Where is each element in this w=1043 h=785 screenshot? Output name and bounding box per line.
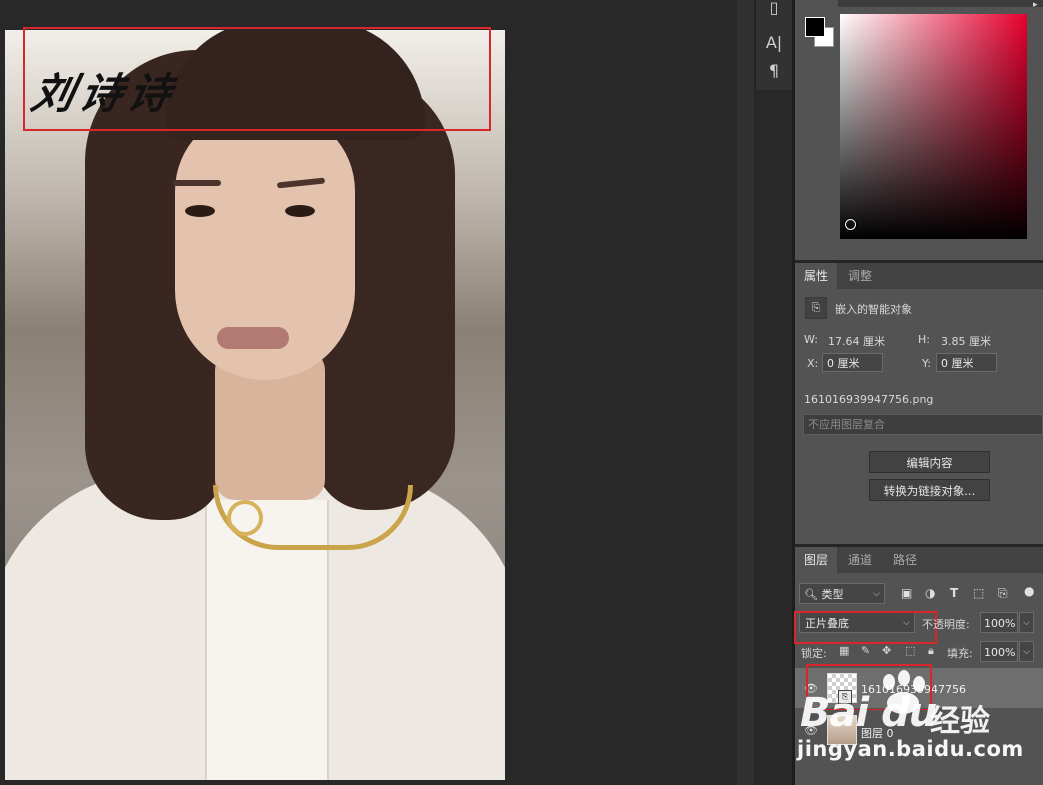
opacity-label: 不透明度: — [922, 618, 970, 631]
document-image[interactable]: 刘诗诗 — [5, 30, 505, 780]
smart-object-filter-icon[interactable]: ⎘ — [998, 586, 1008, 601]
opacity-field[interactable]: 100% — [980, 612, 1018, 633]
tab-layers[interactable]: 图层 — [795, 547, 838, 573]
lock-image-icon[interactable]: ✎ — [861, 644, 870, 657]
width-value[interactable]: 17.64 厘米 — [828, 333, 885, 349]
edit-contents-button[interactable]: 编辑内容 — [869, 451, 990, 473]
shape-layer-filter-icon[interactable]: ⬚ — [973, 586, 984, 600]
height-value[interactable]: 3.85 厘米 — [941, 333, 991, 349]
type-layer-filter-icon[interactable]: T — [950, 586, 958, 600]
color-picker-field[interactable] — [840, 14, 1027, 239]
panel-icon-strip: ▯ A| ¶ — [755, 0, 793, 90]
fill-field[interactable]: 100% — [980, 641, 1018, 662]
color-panel-header — [838, 0, 1043, 7]
tab-channels[interactable]: 通道 — [839, 547, 881, 573]
layers-tab-bar: 图层 通道 路径 — [795, 547, 1043, 573]
height-label: H: — [918, 333, 930, 346]
layer-filter-value: 类型 — [821, 588, 844, 601]
fill-label: 填充: — [947, 647, 973, 660]
panel-gutter — [737, 0, 754, 785]
color-picker-cursor[interactable] — [845, 219, 856, 230]
foreground-color-swatch[interactable] — [805, 17, 825, 37]
smart-object-type: 嵌入的智能对象 — [835, 303, 912, 316]
lock-position-icon[interactable]: ✥ — [882, 644, 891, 657]
photo-brow — [173, 180, 221, 186]
tab-adjustments[interactable]: 调整 — [839, 263, 881, 289]
chevron-down-icon: ⌵ — [1023, 618, 1030, 628]
watermark-cn-text: 经验 — [930, 704, 990, 739]
layer-comp-select[interactable]: 不应用图层复合 — [803, 414, 1043, 435]
lock-artboard-icon[interactable]: ⬚ — [905, 644, 915, 657]
watermark-url: jingyan.baidu.com — [797, 737, 1024, 761]
annotation-box-blend-mode — [794, 611, 937, 644]
search-icon: 🔍︎ — [804, 588, 818, 601]
character-panel-icon[interactable]: A| — [756, 33, 792, 52]
y-label: Y: — [922, 357, 931, 370]
fill-dropdown[interactable]: ⌵ — [1019, 641, 1034, 662]
panel-menu-arrow-icon[interactable]: ▸ — [1033, 0, 1038, 10]
x-label: X: — [807, 357, 819, 370]
width-label: W: — [804, 333, 818, 346]
layer-filter-select[interactable]: 🔍︎ 类型 ⌵ — [799, 583, 885, 604]
chevron-down-icon: ⌵ — [1023, 647, 1030, 657]
x-position-field[interactable]: 0 厘米 — [822, 353, 883, 372]
y-position-field[interactable]: 0 厘米 — [936, 353, 997, 372]
convert-to-linked-button[interactable]: 转换为链接对象... — [869, 479, 990, 501]
annotation-box-signature — [23, 27, 491, 131]
baidu-paw-icon — [873, 670, 931, 716]
smart-object-icon: ⎘ — [805, 297, 827, 319]
phone-tool-icon[interactable]: ▯ — [756, 0, 792, 17]
photo-eye — [185, 205, 215, 217]
lock-label: 锁定: — [801, 647, 827, 660]
properties-tab-bar: 属性 调整 — [795, 263, 1043, 289]
photo-eye — [285, 205, 315, 217]
linked-filename: 161016939947756.png — [804, 393, 934, 406]
tab-properties[interactable]: 属性 — [795, 263, 838, 289]
pixel-layer-filter-icon[interactable]: ▣ — [901, 586, 912, 600]
tab-paths[interactable]: 路径 — [884, 547, 926, 573]
photo-necklace-knot — [227, 500, 263, 536]
filter-toggle-icon[interactable]: ● — [1024, 584, 1034, 598]
chevron-down-icon: ⌵ — [873, 589, 880, 599]
lock-all-icon[interactable]: 🔒︎ — [928, 644, 934, 658]
paragraph-panel-icon[interactable]: ¶ — [756, 61, 792, 80]
photo-lips — [217, 327, 289, 349]
adjustment-layer-filter-icon[interactable]: ◑ — [925, 586, 935, 600]
lock-transparent-icon[interactable]: ▦ — [839, 644, 849, 657]
opacity-dropdown[interactable]: ⌵ — [1019, 612, 1034, 633]
